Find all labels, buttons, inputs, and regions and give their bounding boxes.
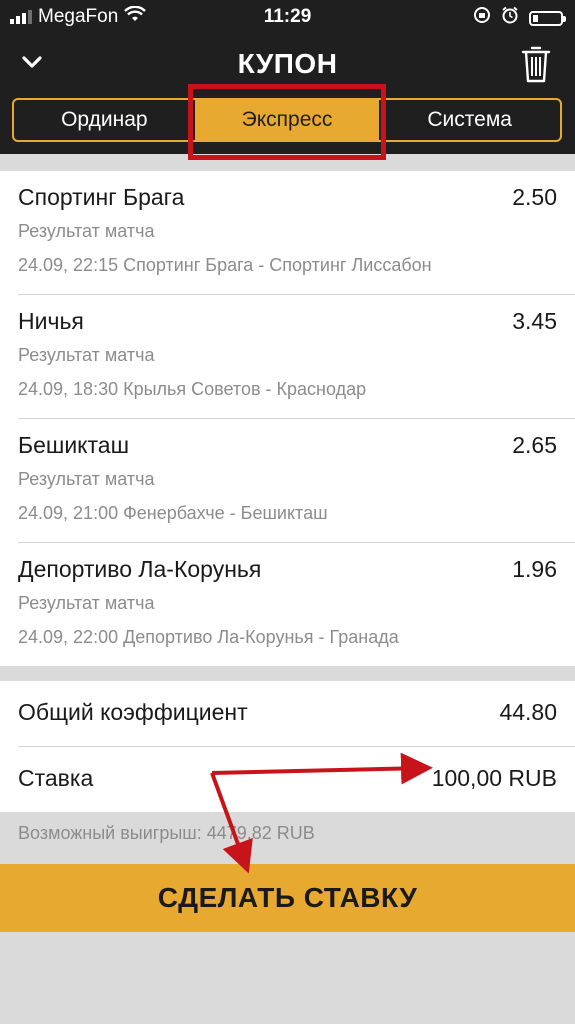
place-bet-button[interactable]: СДЕЛАТЬ СТАВКУ	[0, 864, 575, 932]
stake-row[interactable]: Ставка 100,00 RUB	[18, 746, 575, 812]
bet-market: Результат матча	[18, 593, 155, 613]
orientation-lock-icon	[473, 6, 491, 30]
total-odds-label: Общий коэффициент	[18, 699, 248, 725]
bet-market: Результат матча	[18, 469, 155, 489]
bet-selection: Ничья	[18, 308, 84, 334]
alarm-icon	[501, 6, 519, 30]
bet-odds: 2.50	[512, 184, 557, 210]
total-odds-row: Общий коэффициент 44.80	[18, 681, 575, 746]
bet-event: 24.09, 21:00 Фенербахче - Бешикташ	[18, 503, 328, 523]
bet-selection: Бешикташ	[18, 432, 130, 458]
bet-selection: Спортинг Брага	[18, 184, 185, 210]
stake-input[interactable]: 100,00 RUB	[432, 765, 557, 792]
bet-market: Результат матча	[18, 345, 155, 365]
bet-row[interactable]: Ничья 3.45 Результат матча 24.09, 18:30 …	[18, 295, 575, 419]
coupon-summary: Общий коэффициент 44.80 Ставка 100,00 RU…	[0, 681, 575, 812]
possible-winnings: Возможный выигрыш: 4479,82 RUB	[18, 823, 315, 843]
bet-event: 24.09, 18:30 Крылья Советов - Краснодар	[18, 379, 367, 399]
bet-market: Результат матча	[18, 221, 155, 241]
bet-list: Спортинг Брага 2.50 Результат матча 24.0…	[0, 171, 575, 666]
total-odds-value: 44.80	[499, 699, 557, 725]
battery-icon	[529, 10, 566, 26]
bet-odds: 1.96	[512, 556, 557, 582]
bet-row[interactable]: Бешикташ 2.65 Результат матча 24.09, 21:…	[18, 419, 575, 543]
bet-odds: 2.65	[512, 432, 557, 458]
bet-event: 24.09, 22:15 Спортинг Брага - Спортинг Л…	[18, 255, 432, 275]
status-right	[473, 6, 566, 30]
annotation-highlight-box	[188, 84, 386, 160]
tab-single[interactable]: Ординар	[14, 100, 197, 140]
page-title: КУПОН	[237, 48, 338, 79]
trash-icon[interactable]	[521, 44, 551, 89]
stake-label: Ставка	[18, 765, 94, 791]
bet-row[interactable]: Спортинг Брага 2.50 Результат матча 24.0…	[18, 171, 575, 295]
bet-event: 24.09, 22:00 Депортиво Ла-Корунья - Гран…	[18, 627, 399, 647]
tab-system[interactable]: Система	[379, 100, 560, 140]
bet-selection: Депортиво Ла-Корунья	[18, 556, 262, 582]
status-bar: MegaFon 11:29	[0, 0, 575, 34]
bet-row[interactable]: Депортиво Ла-Корунья 1.96 Результат матч…	[18, 543, 575, 666]
bet-odds: 3.45	[512, 308, 557, 334]
